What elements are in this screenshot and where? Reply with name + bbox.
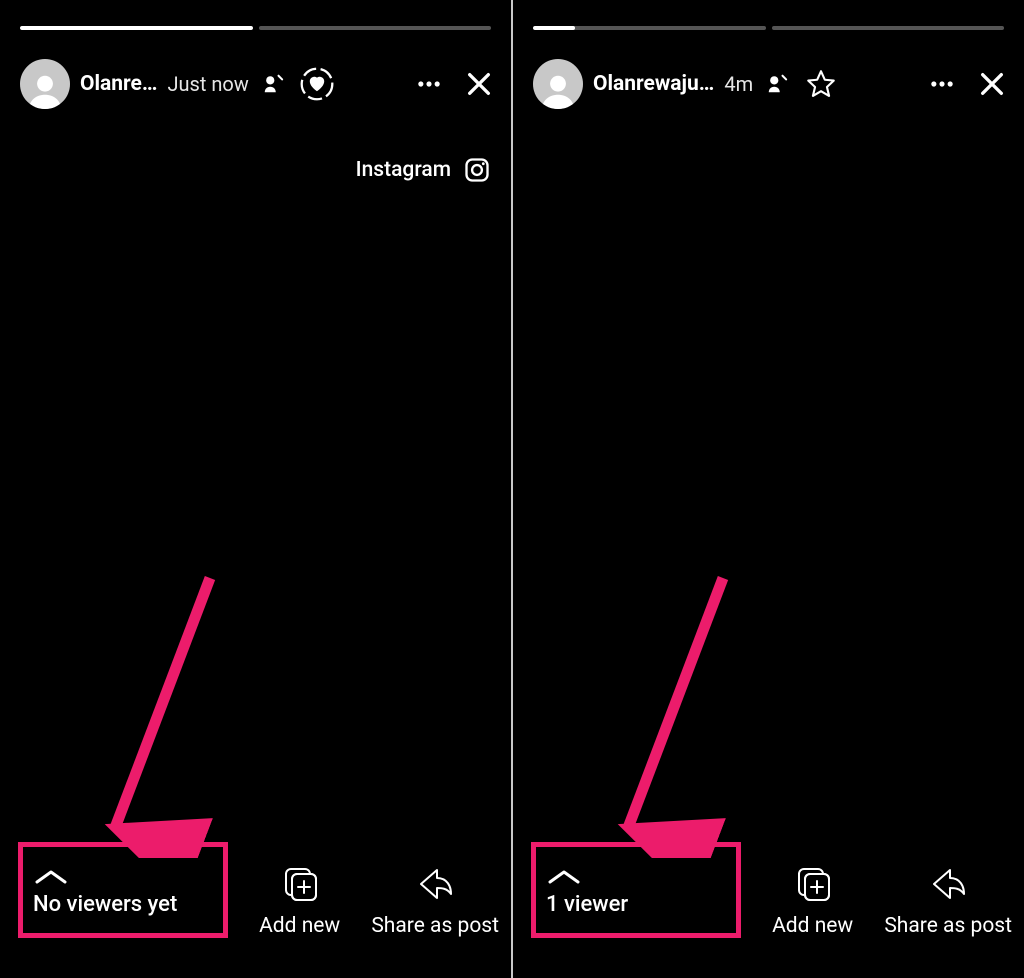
timestamp-label: 4m xyxy=(724,72,753,96)
close-icon[interactable] xyxy=(459,70,499,98)
share-icon xyxy=(928,864,968,908)
more-options-icon[interactable] xyxy=(409,70,449,98)
add-new-button[interactable]: Add new xyxy=(772,864,853,938)
story-pane-right: Olanrewaju… 4m xyxy=(513,0,1024,978)
platform-badge-label: Instagram xyxy=(356,158,451,182)
highlight-heart-icon[interactable] xyxy=(297,66,337,102)
share-icon xyxy=(415,864,455,908)
person-icon xyxy=(539,71,577,109)
share-as-post-button[interactable]: Share as post xyxy=(884,864,1012,938)
story-progress-bar xyxy=(20,26,491,30)
username-label[interactable]: Olanrewaju… xyxy=(593,72,714,96)
viewers-label: 1 viewer xyxy=(546,892,726,917)
progress-segment xyxy=(259,26,492,30)
viewers-button[interactable]: 1 viewer xyxy=(531,842,741,938)
add-new-label: Add new xyxy=(259,914,340,938)
instagram-icon xyxy=(463,156,491,184)
avatar[interactable] xyxy=(533,59,583,109)
story-footer: No viewers yet Add new xyxy=(18,842,499,938)
story-header: Olanrewaju… 4m xyxy=(533,54,1012,114)
add-new-icon xyxy=(793,864,833,908)
close-icon[interactable] xyxy=(972,70,1012,98)
viewers-button[interactable]: No viewers yet xyxy=(18,842,228,938)
platform-badge[interactable]: Instagram xyxy=(356,156,491,184)
progress-segment xyxy=(772,26,1005,30)
more-options-icon[interactable] xyxy=(922,70,962,98)
highlight-star-icon[interactable] xyxy=(801,67,841,101)
viewers-label: No viewers yet xyxy=(33,892,213,917)
story-progress-bar xyxy=(533,26,1004,30)
share-label: Share as post xyxy=(371,914,499,938)
story-header: Olanre… Just now xyxy=(20,54,499,114)
annotation-arrow-icon xyxy=(573,568,763,858)
add-new-label: Add new xyxy=(772,914,853,938)
close-friends-icon[interactable] xyxy=(259,73,287,95)
username-label[interactable]: Olanre… xyxy=(80,72,157,96)
add-new-button[interactable]: Add new xyxy=(259,864,340,938)
share-as-post-button[interactable]: Share as post xyxy=(371,864,499,938)
chevron-up-icon xyxy=(546,866,726,892)
share-label: Share as post xyxy=(884,914,1012,938)
timestamp-label: Just now xyxy=(167,72,248,96)
progress-segment xyxy=(20,26,253,30)
progress-segment xyxy=(533,26,766,30)
story-footer: 1 viewer Add new xyxy=(531,842,1012,938)
chevron-up-icon xyxy=(33,866,213,892)
story-pane-left: Olanre… Just now xyxy=(0,0,511,978)
add-new-icon xyxy=(280,864,320,908)
person-icon xyxy=(26,71,64,109)
annotation-arrow-icon xyxy=(60,568,250,858)
avatar[interactable] xyxy=(20,59,70,109)
close-friends-icon[interactable] xyxy=(763,73,791,95)
